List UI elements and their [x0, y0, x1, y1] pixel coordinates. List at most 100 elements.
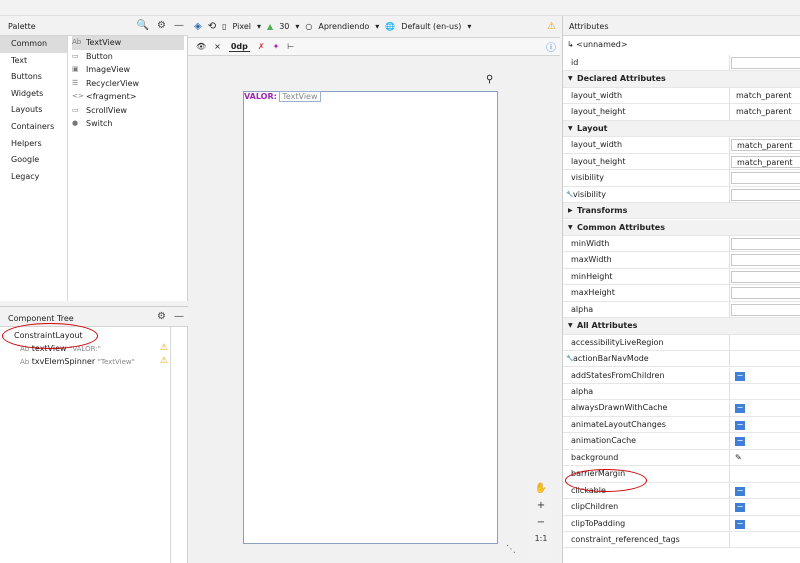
eye-icon[interactable]: 👁: [196, 42, 206, 51]
chevron-down-icon[interactable]: ▼: [568, 121, 573, 137]
edit-icon[interactable]: ✎: [735, 450, 742, 466]
attribute-value[interactable]: match_parent: [731, 155, 800, 168]
palette-category-widgets[interactable]: Widgets: [0, 86, 67, 103]
attribute-value[interactable]: [731, 254, 800, 267]
attribute-section[interactable]: ▼ Common Attributes: [563, 219, 800, 236]
attribute-section[interactable]: ▼ Declared Attributes: [563, 71, 800, 88]
preview-valor-label[interactable]: VALOR:: [244, 92, 277, 101]
attribute-row[interactable]: layout_width match_parent: [563, 137, 800, 154]
attribute-row[interactable]: addStatesFromChildren −: [563, 367, 800, 384]
palette-category-buttons[interactable]: Buttons: [0, 69, 67, 86]
gear-icon[interactable]: ⚙: [157, 20, 166, 31]
palette-item[interactable]: ▭ Button: [72, 50, 184, 64]
attribute-row[interactable]: animateLayoutChanges −: [563, 416, 800, 434]
guidelines-icon[interactable]: ⊢: [287, 42, 294, 51]
palette-category-helpers[interactable]: Helpers: [0, 136, 67, 153]
infer-constraints-icon[interactable]: ✦: [273, 42, 280, 51]
tristate-checkbox[interactable]: −: [735, 486, 745, 496]
device-preview[interactable]: VALOR: TextView: [243, 91, 498, 544]
attribute-row[interactable]: accessibilityLiveRegion: [563, 334, 800, 352]
attribute-value[interactable]: match_parent: [731, 106, 800, 118]
attribute-row[interactable]: clipChildren −: [563, 499, 800, 516]
pan-icon[interactable]: ✋: [535, 483, 547, 494]
chevron-down-icon[interactable]: ▼: [568, 220, 573, 236]
clear-constraints-icon[interactable]: ✗: [258, 42, 265, 51]
palette-item[interactable]: ▣ ImageView: [72, 63, 184, 77]
attribute-section[interactable]: ▶ Transforms: [563, 203, 800, 220]
resize-handle-icon[interactable]: ⋱: [506, 544, 516, 555]
tristate-checkbox[interactable]: −: [735, 404, 745, 414]
attribute-value[interactable]: [731, 172, 800, 185]
tristate-checkbox[interactable]: −: [735, 437, 745, 447]
preview-textview[interactable]: TextView: [279, 91, 321, 102]
attribute-row[interactable]: maxHeight: [563, 285, 800, 302]
search-icon[interactable]: 🔍: [137, 20, 149, 31]
attribute-row[interactable]: background ✎: [563, 449, 800, 467]
attribute-value[interactable]: [731, 287, 800, 300]
attribute-value[interactable]: [731, 468, 800, 480]
tristate-checkbox[interactable]: −: [735, 420, 745, 430]
attribute-value[interactable]: [731, 353, 800, 365]
pin-icon[interactable]: ⚲: [486, 74, 493, 85]
attribute-value[interactable]: match_parent: [731, 139, 800, 152]
zoom-reset-button[interactable]: 1:1: [535, 534, 548, 543]
attribute-row[interactable]: 🔧 actionBarNavMode: [563, 351, 800, 368]
attribute-row[interactable]: layout_height match_parent: [563, 153, 800, 171]
minimize-icon[interactable]: —: [174, 20, 184, 31]
chevron-down-icon[interactable]: ▼: [568, 318, 573, 334]
attribute-row[interactable]: minHeight: [563, 268, 800, 286]
warning-icon[interactable]: ⚠: [547, 21, 556, 32]
zoom-out-button[interactable]: −: [537, 517, 545, 528]
tristate-checkbox[interactable]: −: [735, 371, 745, 381]
palette-category-common[interactable]: Common: [0, 36, 67, 53]
attribute-row[interactable]: layout_width match_parent: [563, 87, 800, 105]
attribute-row[interactable]: alwaysDrawnWithCache −: [563, 400, 800, 417]
tree-row-txvelemspinner[interactable]: Ab txvElemSpinner "TextView" ⚠: [6, 355, 182, 368]
attribute-row[interactable]: alpha: [563, 301, 800, 319]
palette-item[interactable]: <> <fragment>: [72, 90, 184, 104]
attribute-row[interactable]: animationCache −: [563, 433, 800, 450]
theme-selector[interactable]: Aprendiendo: [318, 22, 369, 31]
minimize-icon[interactable]: —: [174, 311, 184, 322]
palette-item[interactable]: ▭ ScrollView: [72, 104, 184, 118]
attribute-value[interactable]: match_parent: [731, 90, 800, 102]
zoom-in-button[interactable]: +: [537, 500, 545, 511]
orientation-icon[interactable]: ⟲: [208, 21, 216, 32]
tristate-checkbox[interactable]: −: [735, 519, 745, 529]
attribute-row[interactable]: constraint_referenced_tags: [563, 532, 800, 549]
palette-category-legacy[interactable]: Legacy: [0, 169, 67, 186]
gear-icon[interactable]: ⚙: [157, 311, 166, 322]
attribute-value[interactable]: [731, 386, 800, 398]
palette-category-containers[interactable]: Containers: [0, 119, 67, 136]
api-selector[interactable]: 30: [279, 22, 289, 31]
attribute-row[interactable]: id: [563, 55, 800, 72]
default-margin-button[interactable]: 0dp: [228, 42, 250, 52]
device-selector[interactable]: Pixel: [233, 22, 252, 31]
attribute-value[interactable]: [731, 188, 800, 201]
palette-item[interactable]: Ab TextView: [72, 36, 184, 50]
attribute-row[interactable]: alpha: [563, 384, 800, 401]
attribute-row[interactable]: maxWidth: [563, 252, 800, 269]
magnet-off-icon[interactable]: ⨯: [214, 42, 221, 51]
attribute-row[interactable]: clipToPadding −: [563, 515, 800, 532]
help-icon[interactable]: ⓘ: [546, 39, 556, 54]
attribute-value[interactable]: [731, 237, 800, 250]
attribute-row[interactable]: layout_height match_parent: [563, 104, 800, 121]
design-canvas[interactable]: ⚲ VALOR: TextView ⋱: [188, 56, 560, 563]
palette-item[interactable]: ● Switch: [72, 117, 184, 131]
attribute-row[interactable]: minWidth: [563, 235, 800, 253]
chevron-right-icon[interactable]: ▶: [568, 203, 573, 219]
locale-selector[interactable]: Default (en-us): [401, 22, 461, 31]
palette-item[interactable]: ☰ RecyclerView: [72, 77, 184, 91]
palette-category-google[interactable]: Google: [0, 152, 67, 169]
attribute-row[interactable]: 🔧 visibility: [563, 186, 800, 203]
palette-category-layouts[interactable]: Layouts: [0, 102, 67, 119]
attribute-value[interactable]: [731, 57, 800, 69]
attribute-row[interactable]: visibility: [563, 170, 800, 187]
attribute-value[interactable]: [731, 270, 800, 283]
warning-icon[interactable]: ⚠: [160, 342, 168, 355]
attribute-value[interactable]: [731, 303, 800, 316]
attribute-section[interactable]: ▼ All Attributes: [563, 318, 800, 335]
attribute-value[interactable]: [731, 534, 800, 546]
warning-icon[interactable]: ⚠: [160, 355, 168, 368]
